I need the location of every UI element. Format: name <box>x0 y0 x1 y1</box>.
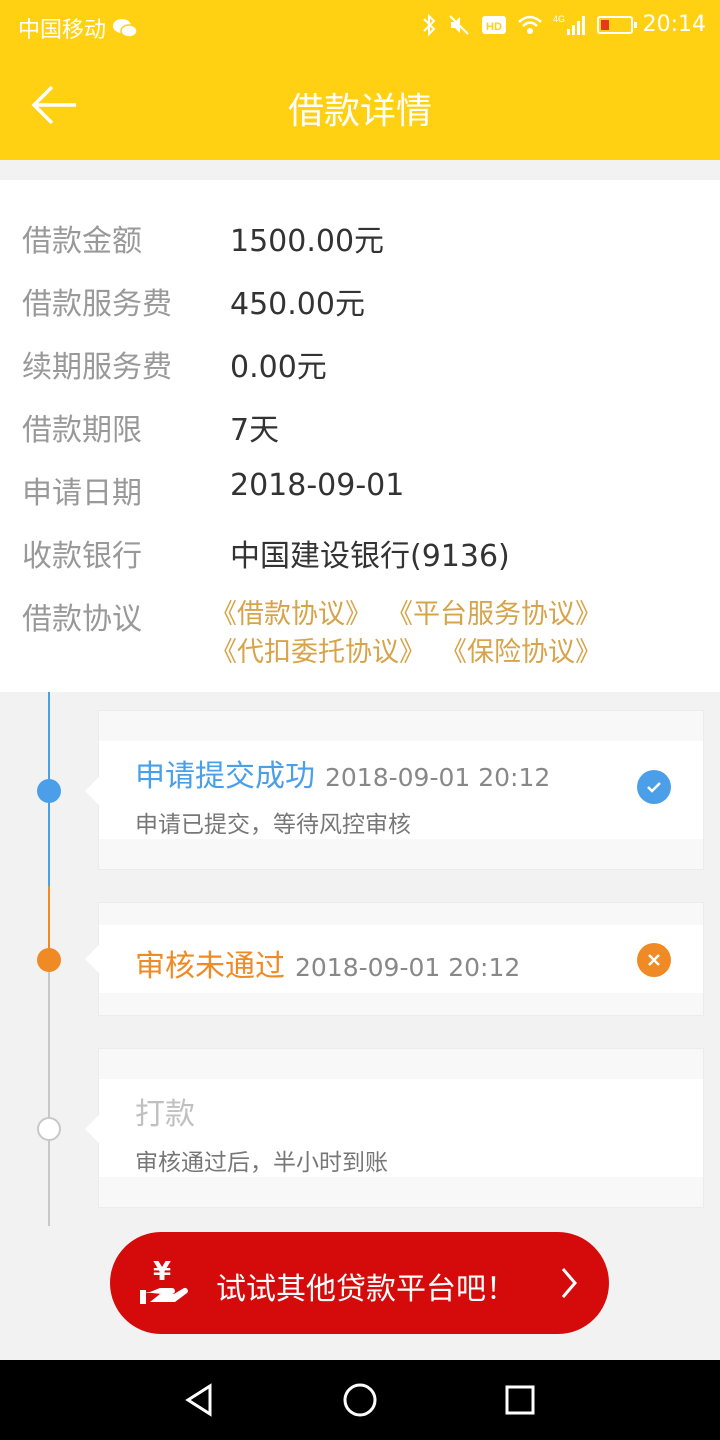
timeline-step-disbursement: 打款 审核通过后，半小时到账 <box>85 1048 704 1208</box>
back-triangle-icon <box>185 1383 212 1417</box>
link-loan-agreement[interactable]: 《借款协议》 <box>210 592 372 630</box>
detail-label: 借款金额 <box>22 224 142 259</box>
detail-row-service-fee: 借款服务费 450.00元 <box>0 273 720 323</box>
nav-home-button[interactable] <box>340 1380 380 1420</box>
page-title: 借款详情 <box>287 91 432 132</box>
wifi-icon <box>517 15 542 34</box>
mute-icon <box>448 14 469 35</box>
detail-label: 借款协议 <box>22 602 142 637</box>
home-circle-icon <box>343 1383 377 1417</box>
timeline-line <box>48 960 50 1226</box>
recent-square-icon <box>505 1385 535 1415</box>
detail-value: 450.00元 <box>230 287 365 322</box>
detail-row-bank: 收款银行 中国建设银行(9136) <box>0 525 720 575</box>
status-time: 20:14 <box>642 12 706 37</box>
chevron-right-icon <box>561 1268 577 1298</box>
detail-value: 1500.00元 <box>230 224 385 259</box>
detail-label: 收款银行 <box>22 539 142 574</box>
wechat-icon <box>113 19 138 38</box>
detail-label: 借款期限 <box>22 413 142 448</box>
battery-icon <box>596 15 637 34</box>
app-header: 中国移动 HD 4G 20:14 借款详情 <box>0 0 720 160</box>
detail-row-amount: 借款金额 1500.00元 <box>0 210 720 260</box>
timeline-dot-pending <box>37 1117 61 1141</box>
detail-value: 中国建设银行(9136) <box>230 539 510 574</box>
nav-back-button[interactable] <box>180 1380 220 1420</box>
svg-text:4G: 4G <box>553 14 565 24</box>
check-icon <box>637 770 671 804</box>
step-description: 申请已提交，等待风控审核 <box>135 812 411 838</box>
signal-icon: 4G <box>553 14 585 35</box>
timeline-dot-success <box>37 779 61 803</box>
svg-text:¥: ¥ <box>153 1257 171 1287</box>
step-description: 审核通过后，半小时到账 <box>135 1150 388 1176</box>
step-title: 打款 <box>135 1097 195 1132</box>
bluetooth-icon <box>422 13 436 36</box>
cta-label: 试试其他贷款平台吧！ <box>216 1272 516 1307</box>
loan-hand-icon: ¥ <box>140 1257 188 1304</box>
step-title: 申请提交成功 <box>135 759 315 794</box>
hd-icon: HD <box>481 15 506 34</box>
detail-row-apply-date: 申请日期 2018-09-01 <box>0 462 720 512</box>
step-time: 2018-09-01 20:12 <box>325 763 551 792</box>
link-platform-service-agreement[interactable]: 《平台服务协议》 <box>386 592 602 630</box>
system-nav-bar <box>0 1360 720 1440</box>
carrier-name: 中国移动 <box>18 18 107 43</box>
link-debit-authorization-agreement[interactable]: 《代扣委托协议》 <box>210 630 426 668</box>
detail-row-term: 借款期限 7天 <box>0 399 720 449</box>
link-insurance-agreement[interactable]: 《保险协议》 <box>440 630 602 668</box>
timeline-dot-failed <box>37 948 61 972</box>
detail-row-renewal-fee: 续期服务费 0.00元 <box>0 336 720 386</box>
detail-value: 7天 <box>230 413 280 448</box>
detail-value: 2018-09-01 <box>230 468 405 503</box>
timeline-line <box>48 692 50 790</box>
step-time: 2018-09-01 20:12 <box>295 953 521 982</box>
detail-value: 0.00元 <box>230 350 327 385</box>
detail-label: 续期服务费 <box>22 350 172 385</box>
timeline-step-submitted: 申请提交成功 2018-09-01 20:12 申请已提交，等待风控审核 <box>85 710 704 870</box>
timeline-line <box>48 790 50 886</box>
step-title: 审核未通过 <box>135 949 285 984</box>
agreement-links: 《借款协议》 《平台服务协议》 《代扣委托协议》 《保险协议》 <box>210 592 710 668</box>
svg-text:HD: HD <box>486 21 502 33</box>
detail-label: 申请日期 <box>22 476 142 511</box>
status-bar: 中国移动 HD 4G 20:14 <box>0 0 720 50</box>
nav-recent-button[interactable] <box>500 1380 540 1420</box>
detail-label: 借款服务费 <box>22 287 172 322</box>
timeline-step-review-failed: 审核未通过 2018-09-01 20:12 <box>85 902 704 1016</box>
try-other-platforms-button[interactable]: ¥ 试试其他贷款平台吧！ <box>110 1232 609 1334</box>
close-icon <box>637 943 671 977</box>
loan-detail-card: 借款金额 1500.00元 借款服务费 450.00元 续期服务费 0.00元 … <box>0 180 720 692</box>
